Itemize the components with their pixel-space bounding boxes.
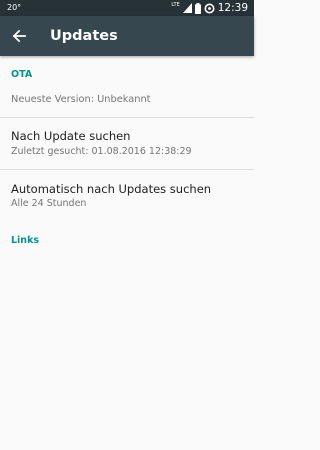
auto-update-summary: Alle 24 Stunden [11, 198, 87, 209]
battery-icon [194, 2, 201, 14]
status-time: 12:39 [217, 2, 248, 14]
back-button[interactable] [8, 25, 30, 47]
temperature-indicator: 20° [7, 3, 22, 12]
latest-version-text: Neueste Version: Unbekannt [11, 94, 151, 105]
section-header-ota: OTA [11, 69, 33, 80]
check-update-item[interactable]: Nach Update suchen Zuletzt gesucht: 01.0… [0, 118, 254, 169]
check-update-title: Nach Update suchen [11, 129, 131, 143]
lte-icon: LTE [171, 2, 180, 8]
arrow-back-icon [12, 29, 26, 43]
auto-update-item[interactable]: Automatisch nach Updates suchen Alle 24 … [0, 170, 254, 222]
latest-version-item: Neueste Version: Unbekannt [0, 83, 254, 117]
status-icons: LTE 12:39 [171, 1, 248, 15]
section-header-links: Links [11, 235, 40, 246]
check-update-summary: Zuletzt gesucht: 01.08.2016 12:38:29 [11, 146, 192, 157]
sync-icon [204, 3, 215, 13]
status-bar: 20° LTE 12:39 [0, 0, 254, 16]
toolbar: Updates [0, 16, 254, 56]
auto-update-title: Automatisch nach Updates suchen [11, 182, 212, 196]
page-title: Updates [50, 28, 118, 44]
signal-icon [182, 3, 192, 13]
